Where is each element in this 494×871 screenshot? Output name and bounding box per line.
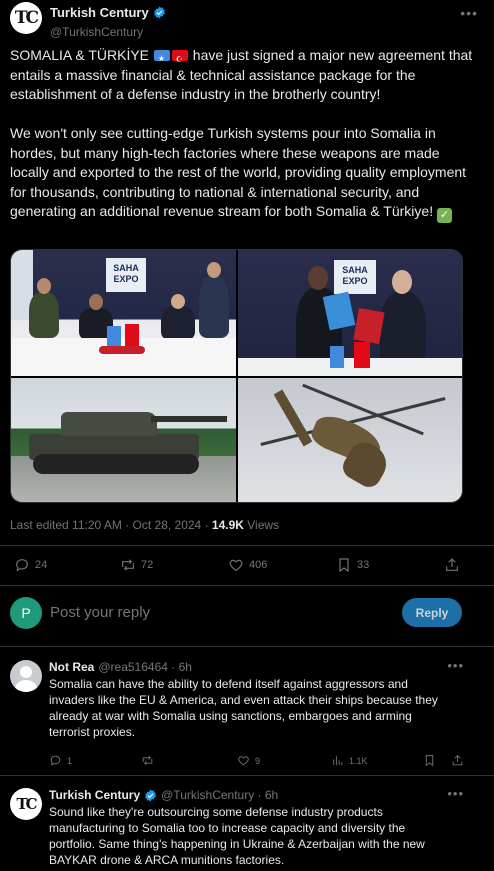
repost-action[interactable]: 72: [120, 557, 153, 573]
tweet-text: SOMALIA & TÜRKİYE have just signed a maj…: [10, 46, 480, 223]
verified-badge-icon: [145, 789, 156, 801]
views-count: 14.9K: [211, 518, 244, 532]
edited-timestamp[interactable]: Last edited 11:20 AM · Oct 28, 2024 ·: [10, 518, 212, 532]
share-action[interactable]: [444, 557, 460, 573]
verified-badge-icon: [153, 6, 165, 19]
reply-composer: P Post your reply Reply: [10, 597, 484, 629]
share-icon: [452, 754, 463, 766]
user-avatar[interactable]: P: [10, 597, 42, 629]
reply-author-handle[interactable]: @rea516464 · 6h: [98, 660, 192, 674]
analytics-icon: [333, 756, 343, 765]
reply-input[interactable]: Post your reply: [50, 604, 150, 621]
bookmark-icon: [425, 755, 434, 767]
bookmark-icon: [339, 558, 349, 573]
reply-text: Somalia can have the ability to defend i…: [49, 677, 438, 739]
reply-action[interactable]: 24: [14, 557, 47, 573]
reply-icon: [16, 559, 28, 572]
repost-icon: [122, 559, 134, 571]
tweet-header: TC Turkish Century @TurkishCentury •••: [10, 2, 484, 42]
reply-text: Sound like they're outsourcing some defe…: [49, 805, 425, 867]
author-display-name[interactable]: Turkish Century: [50, 5, 149, 20]
more-options-icon[interactable]: •••: [447, 786, 464, 801]
more-options-icon[interactable]: •••: [447, 658, 464, 673]
somalia-flag-icon: [153, 49, 170, 69]
divider: [0, 646, 494, 647]
repost-icon: [142, 755, 153, 766]
default-avatar-icon[interactable]: [10, 660, 42, 692]
reply-button[interactable]: Reply: [402, 598, 462, 627]
saha-expo-banner: SAHA EXPO: [334, 260, 376, 294]
like-action[interactable]: 9: [237, 754, 260, 767]
turkey-flag-icon: [171, 50, 188, 70]
repost-action[interactable]: [141, 754, 154, 767]
attack-helicopter-photo[interactable]: [238, 378, 462, 502]
reply-action[interactable]: 1: [49, 754, 72, 767]
reply-action-bar: 1 9 1.1K: [49, 754, 469, 770]
saha-expo-banner: SAHA EXPO: [106, 258, 146, 292]
heart-icon: [238, 756, 249, 766]
like-action[interactable]: 406: [228, 557, 267, 573]
share-icon: [446, 558, 458, 571]
main-battle-tank-photo[interactable]: [11, 378, 236, 502]
views-action[interactable]: 1.1K: [331, 754, 368, 767]
more-options-icon[interactable]: •••: [460, 5, 478, 21]
reply-author-name[interactable]: Turkish Century: [49, 788, 140, 802]
reply-author-name[interactable]: Not Rea: [49, 660, 94, 674]
reply-icon: [50, 755, 61, 766]
reply-item[interactable]: Not Rea @rea516464 · 6h ••• Somalia can …: [10, 658, 484, 770]
bookmark-action[interactable]: [423, 754, 436, 767]
author-name-block: Turkish Century @TurkishCentury: [50, 4, 166, 39]
reply-author-handle[interactable]: @TurkishCentury · 6h: [161, 788, 278, 802]
author-handle[interactable]: @TurkishCentury: [50, 25, 166, 39]
divider: [0, 775, 494, 776]
tweet-action-bar: 24 72 406 33: [14, 557, 464, 575]
divider: [0, 545, 494, 546]
bookmark-action[interactable]: 33: [336, 557, 369, 573]
agreement-handshake-photo[interactable]: SAHA EXPO: [238, 250, 462, 376]
reply-item[interactable]: TC Turkish Century @TurkishCentury · 6h …: [10, 786, 484, 871]
turkish-century-logo-icon: TC: [14, 8, 39, 28]
media-grid: SAHA EXPO SAHA EXPO: [10, 249, 463, 503]
author-avatar[interactable]: TC: [10, 2, 42, 34]
turkish-century-logo-icon: TC: [16, 795, 37, 813]
signing-ceremony-table-photo[interactable]: SAHA EXPO: [11, 250, 236, 376]
tweet-meta: Last edited 11:20 AM · Oct 28, 2024 · 14…: [10, 518, 280, 532]
divider: [0, 585, 494, 586]
share-action[interactable]: [451, 754, 464, 767]
heart-icon: [229, 559, 243, 572]
check-mark-emoji-icon: ✓: [437, 208, 452, 223]
author-avatar[interactable]: TC: [10, 788, 42, 820]
